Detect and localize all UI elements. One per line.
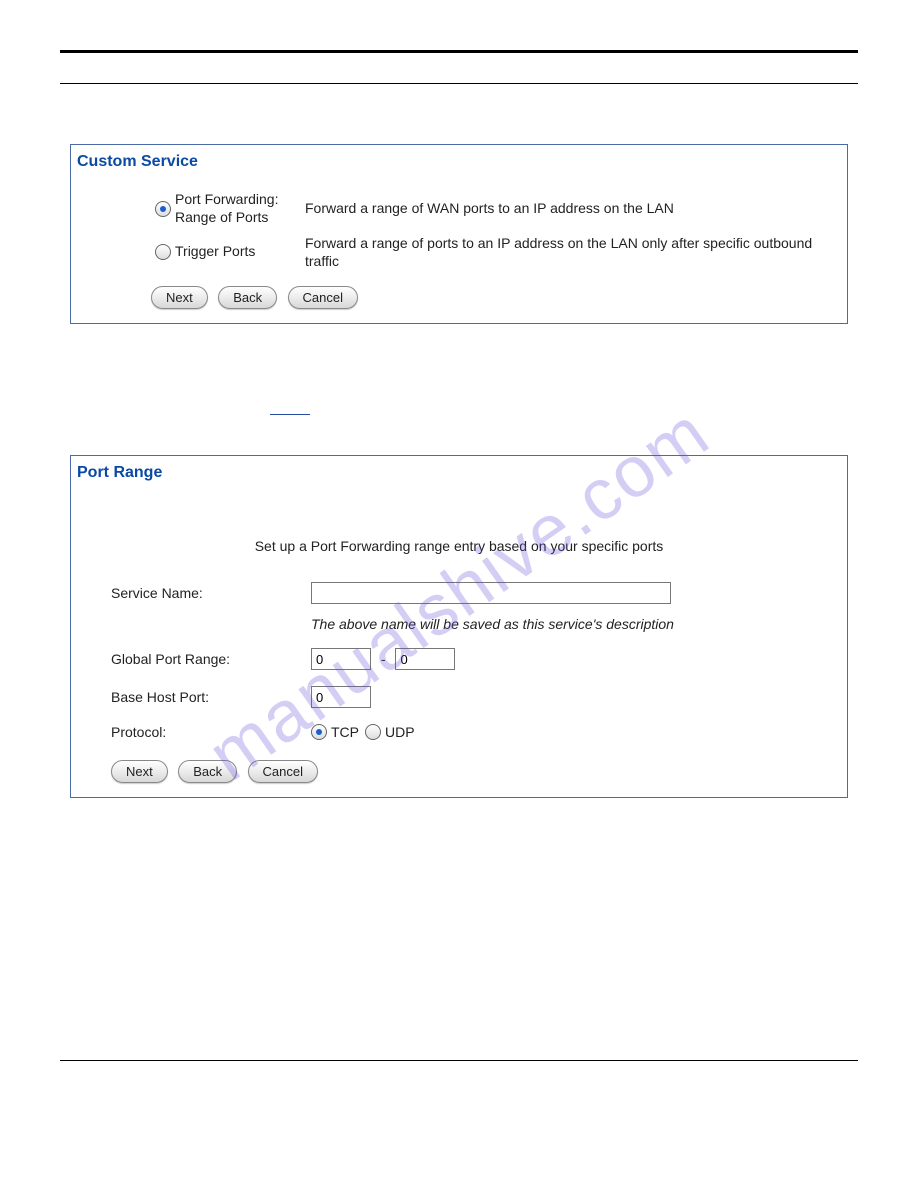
base-host-port-label: Base Host Port:	[71, 689, 311, 705]
top-rule-thin	[60, 83, 858, 84]
next-button[interactable]: Next	[111, 760, 168, 783]
cancel-button[interactable]: Cancel	[248, 760, 318, 783]
option-description: Forward a range of ports to an IP addres…	[305, 234, 847, 270]
option-label: Port Forwarding: Range of Ports	[175, 191, 305, 226]
radio-icon[interactable]	[155, 244, 171, 260]
option-description: Forward a range of WAN ports to an IP ad…	[305, 199, 847, 217]
global-port-range-label: Global Port Range:	[71, 651, 311, 667]
global-port-from-input[interactable]	[311, 648, 371, 670]
custom-service-title: Custom Service	[71, 145, 847, 187]
service-name-label: Service Name:	[71, 585, 311, 601]
cancel-button[interactable]: Cancel	[288, 286, 358, 309]
button-row: Next Back Cancel	[71, 274, 847, 323]
range-dash: -	[381, 651, 386, 667]
radio-icon[interactable]	[311, 724, 327, 740]
custom-service-panel: Custom Service Port Forwarding: Range of…	[70, 144, 848, 324]
option-port-forwarding[interactable]: Port Forwarding: Range of Ports Forward …	[71, 187, 847, 230]
port-range-title: Port Range	[71, 456, 847, 498]
bottom-rule	[60, 1060, 858, 1061]
radio-icon[interactable]	[365, 724, 381, 740]
base-host-port-input[interactable]	[311, 686, 371, 708]
tcp-label: TCP	[331, 724, 359, 740]
protocol-label: Protocol:	[71, 724, 311, 740]
option-trigger-ports[interactable]: Trigger Ports Forward a range of ports t…	[71, 230, 847, 274]
back-button[interactable]: Back	[178, 760, 237, 783]
service-name-hint: The above name will be saved as this ser…	[71, 612, 847, 640]
port-range-intro: Set up a Port Forwarding range entry bas…	[71, 498, 847, 574]
radio-icon[interactable]	[155, 201, 171, 217]
port-range-panel: Port Range Set up a Port Forwarding rang…	[70, 455, 848, 798]
udp-label: UDP	[385, 724, 415, 740]
top-rule-thick	[60, 50, 858, 53]
back-button[interactable]: Back	[218, 286, 277, 309]
service-name-input[interactable]	[311, 582, 671, 604]
option-label: Trigger Ports	[175, 243, 305, 261]
button-row: Next Back Cancel	[71, 748, 847, 797]
global-port-to-input[interactable]	[395, 648, 455, 670]
next-button[interactable]: Next	[151, 286, 208, 309]
link-underline	[270, 414, 310, 415]
